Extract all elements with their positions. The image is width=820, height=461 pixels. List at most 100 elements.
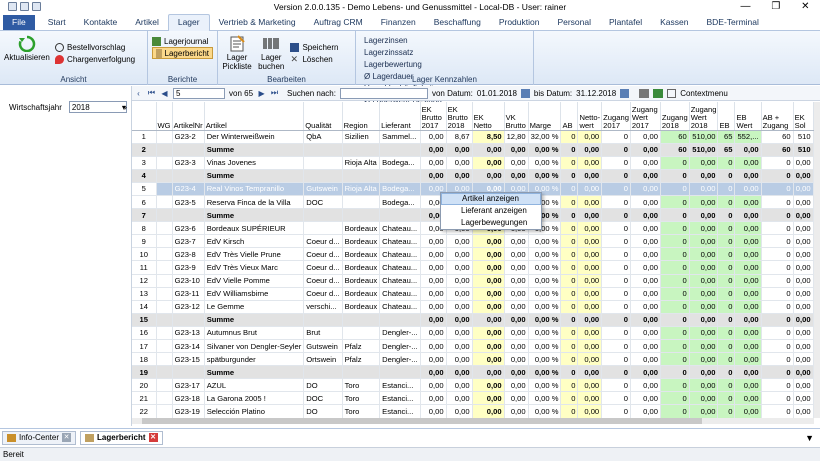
cell-artikelnr[interactable]: G23-17 <box>172 378 205 393</box>
cell-artikelnr[interactable] <box>172 169 205 183</box>
cell-qualitaet[interactable]: Coeur d... <box>303 234 343 249</box>
cell-wg[interactable] <box>156 365 173 380</box>
cell-value[interactable]: 0,00 <box>420 378 447 393</box>
cell-value[interactable]: 0,00 <box>577 365 603 380</box>
cell-artikel[interactable]: EdV Très Vielle Prune <box>204 247 305 262</box>
table-row[interactable]: 14 G23-12 Le Gemme verschi... Bordeaux Chatea… <box>132 300 814 314</box>
table-row[interactable]: 22 G23-19 Selección Platino DO Toro Estanci..… <box>132 404 814 418</box>
cell-value[interactable]: 0,00 <box>420 274 447 288</box>
cell-value[interactable]: 0,00 % <box>528 274 562 288</box>
cell-region[interactable] <box>342 313 381 327</box>
cell-lieferant[interactable]: Chateau... <box>379 274 421 288</box>
vertical-scrollbar[interactable] <box>814 102 820 418</box>
cell-value[interactable]: 0 <box>560 287 579 301</box>
cell-region[interactable] <box>342 169 381 183</box>
cell-lieferant[interactable]: Chateau... <box>379 287 421 301</box>
cell-value[interactable]: 0 <box>761 208 794 223</box>
cell-artikelnr[interactable]: G23-10 <box>172 274 205 288</box>
cell-artikelnr[interactable]: G23-4 <box>172 182 205 196</box>
menu-item-lagerbewegungen[interactable]: Lagerbewegungen <box>441 217 541 229</box>
column-header[interactable]: AB + Zugang <box>761 102 794 131</box>
cell-qualitaet[interactable]: Coeur d... <box>303 274 343 288</box>
cell-lieferant[interactable] <box>379 365 421 380</box>
table-row[interactable]: 2 Summe 0,00 0,00 0,00 0,00 0,00 % 0 0,00 0 0,00 60… <box>132 143 814 157</box>
calendar-icon[interactable] <box>520 88 530 98</box>
cell-value[interactable]: 0 <box>601 221 631 236</box>
cell-value[interactable]: 0,00 <box>630 130 661 144</box>
cell-value[interactable]: 0,00 <box>577 143 603 157</box>
row-number[interactable]: 14 <box>132 300 157 314</box>
cell-value[interactable]: 0,00 <box>689 221 719 236</box>
cell-value[interactable]: 0,00 <box>446 260 473 275</box>
print-icon[interactable] <box>639 88 650 98</box>
tab-produktion[interactable]: Produktion <box>490 15 549 30</box>
cell-value[interactable]: 0,00 <box>446 339 473 354</box>
cell-value[interactable]: 0,00 % <box>528 169 562 183</box>
cell-value[interactable]: 0 <box>560 339 579 354</box>
cell-value[interactable]: 0,00 <box>793 169 814 183</box>
cell-value[interactable]: 0,00 <box>630 260 661 275</box>
row-number[interactable]: 20 <box>132 378 157 393</box>
cell-value[interactable]: 0 <box>660 221 690 236</box>
table-row[interactable]: 13 G23-11 EdV Williamsbirne Coeur d... Borde… <box>132 287 814 301</box>
column-header[interactable]: ArtikelNr <box>172 102 205 131</box>
cell-value[interactable]: 0 <box>660 313 690 327</box>
cell-value[interactable]: 0,00 <box>630 143 661 157</box>
cell-value[interactable]: 0,00 <box>793 352 814 367</box>
cell-value[interactable]: 0,00 <box>504 247 529 262</box>
cell-value[interactable]: 0,00 <box>446 169 473 183</box>
cell-region[interactable]: Rioja Alta <box>342 182 381 196</box>
cell-value[interactable]: 0,00 <box>689 169 719 183</box>
first-record-icon[interactable]: ⏮ <box>147 88 156 98</box>
cell-lieferant[interactable] <box>379 169 421 183</box>
row-number[interactable]: 3 <box>132 156 157 170</box>
cell-lieferant[interactable]: Estanci... <box>379 404 421 418</box>
cell-value[interactable]: 0,00 <box>630 365 661 380</box>
cell-artikel[interactable]: Le Gemme <box>204 300 305 314</box>
cell-value[interactable]: 0,00 <box>630 391 661 406</box>
cell-value[interactable]: 0,00 <box>577 195 603 210</box>
cell-value[interactable]: 0,00 <box>472 313 505 327</box>
row-number[interactable]: 11 <box>132 260 157 275</box>
cell-artikel[interactable]: Der Winterweißwein <box>204 130 305 144</box>
cell-value[interactable]: 0 <box>717 234 736 249</box>
cell-artikel[interactable]: Autumnus Brut <box>204 326 305 341</box>
cell-region[interactable]: Sizilien <box>342 130 381 144</box>
next-record-icon[interactable]: ▶ <box>257 89 266 98</box>
last-record-icon[interactable]: ⏭ <box>270 88 279 98</box>
cell-value[interactable]: 0 <box>601 391 631 406</box>
cell-region[interactable]: Bordeaux <box>342 260 381 275</box>
column-header[interactable]: EB Wert <box>734 102 762 131</box>
cell-value[interactable]: 0,00 <box>793 378 814 393</box>
chevron-right-icon[interactable]: › <box>124 102 127 112</box>
column-header[interactable]: EK Brutto 2018 <box>446 102 473 131</box>
cell-lieferant[interactable] <box>379 208 421 223</box>
row-number[interactable]: 8 <box>132 221 157 236</box>
cell-value[interactable]: 0 <box>601 169 631 183</box>
cell-value[interactable]: 0 <box>717 365 736 380</box>
cell-value[interactable]: 0,00 % <box>528 313 562 327</box>
column-header[interactable]: Region <box>342 102 381 131</box>
cell-wg[interactable] <box>156 182 173 196</box>
row-number[interactable]: 9 <box>132 234 157 249</box>
cell-value[interactable]: 0,00 <box>504 156 529 170</box>
cell-value[interactable]: 0 <box>717 221 736 236</box>
tools-icon[interactable] <box>20 2 29 11</box>
cell-value[interactable]: 0 <box>717 182 736 196</box>
cell-value[interactable]: 0,00 <box>504 143 529 157</box>
cell-wg[interactable] <box>156 274 173 288</box>
cell-value[interactable]: 0,00 <box>577 326 603 341</box>
cell-value[interactable]: 510 <box>793 143 814 157</box>
cell-value[interactable]: 0 <box>717 260 736 275</box>
cell-artikel[interactable]: Selección Platino <box>204 404 305 418</box>
row-number[interactable]: 21 <box>132 391 157 406</box>
table-row[interactable]: 4 Summe 0,00 0,00 0,00 0,00 0,00 % 0 0,00 0 0,00 0 0… <box>132 169 814 183</box>
cell-lieferant[interactable]: Dengler-... <box>379 339 421 354</box>
cell-value[interactable]: 0,00 <box>577 274 603 288</box>
cell-value[interactable]: 0 <box>761 221 794 236</box>
cell-value[interactable]: 0 <box>560 182 579 196</box>
cell-value[interactable]: 0,00 <box>420 313 447 327</box>
cell-artikel[interactable]: Reserva Finca de la Villa <box>204 195 305 210</box>
cell-value[interactable]: 0 <box>601 182 631 196</box>
lagerjournal-button[interactable]: Lagerjournal <box>152 35 213 47</box>
